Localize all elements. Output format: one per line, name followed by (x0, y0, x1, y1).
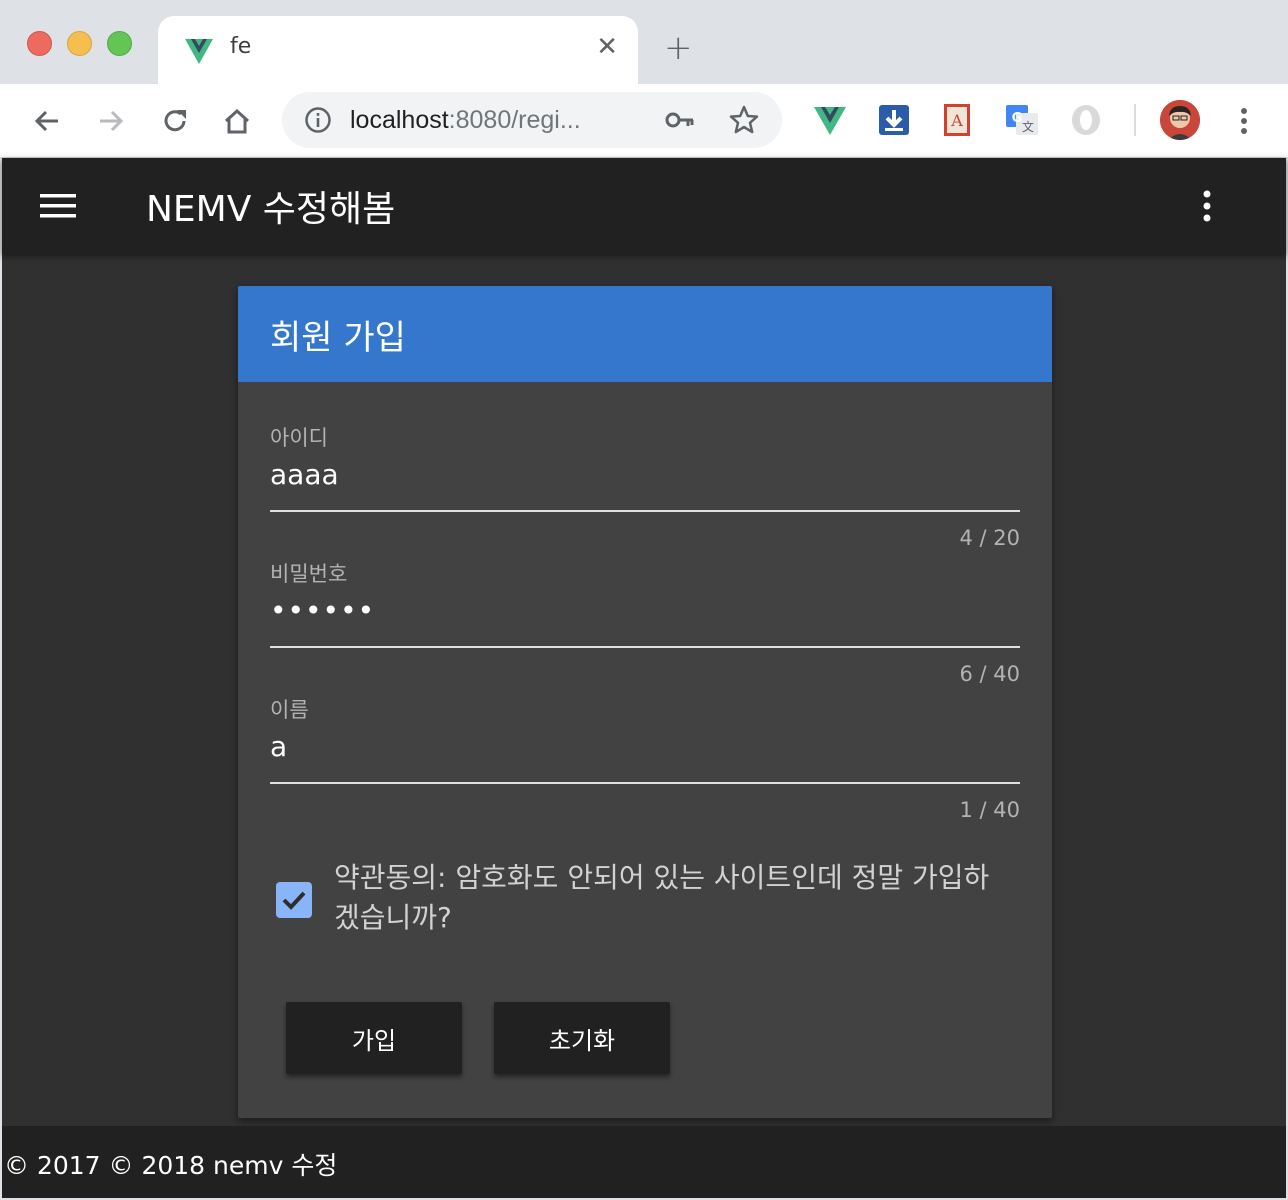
url-host: localhost (350, 106, 449, 134)
kebab-menu-icon[interactable] (1228, 104, 1260, 138)
reset-button[interactable]: 초기화 (494, 1002, 670, 1074)
download-icon[interactable] (876, 102, 912, 138)
svg-text:A: A (950, 111, 963, 130)
id-counter: 4 / 20 (959, 526, 1020, 550)
close-window-button[interactable] (27, 31, 52, 56)
browser-toolbar: localhost:8080/regi... A G 文 (0, 84, 1288, 158)
id-field[interactable]: 아이디 4 / 20 (270, 422, 1020, 558)
id-underline (270, 510, 1020, 512)
card-title: 회원 가입 (270, 318, 406, 358)
password-input[interactable]: •••••• (270, 594, 1020, 627)
footer-text: © 2017 © 2018 nemv 수정 (4, 1151, 338, 1180)
arrow-left-icon (34, 110, 58, 132)
new-tab-button[interactable]: + (664, 30, 693, 66)
svg-text:G: G (1012, 111, 1023, 126)
toolbar-separator (1134, 104, 1136, 136)
id-label: 아이디 (270, 426, 328, 450)
vue-devtools-icon[interactable] (812, 102, 848, 138)
hamburger-menu-icon[interactable] (38, 192, 78, 220)
agree-label[interactable]: 약관동의: 암호화도 안되어 있는 사이트인데 정말 가입하겠습니까? (334, 858, 1014, 938)
url-text: localhost:8080/regi... (350, 106, 581, 135)
reload-button[interactable] (158, 104, 192, 138)
user-photo-icon (1160, 100, 1200, 140)
more-vert-icon[interactable] (1192, 186, 1222, 226)
profile-avatar[interactable] (1160, 100, 1200, 140)
star-icon[interactable] (728, 104, 760, 136)
agree-checkbox[interactable] (276, 882, 312, 918)
browser-tabstrip: fe ✕ + (0, 0, 1288, 84)
back-button[interactable] (30, 104, 64, 138)
arrow-right-icon (100, 110, 124, 132)
maximize-window-button[interactable] (107, 31, 132, 56)
password-label: 비밀번호 (270, 562, 348, 586)
checkmark-icon (282, 891, 306, 910)
info-icon[interactable] (304, 106, 332, 134)
translate-icon[interactable]: G 文 (1004, 102, 1040, 138)
name-input[interactable] (270, 730, 1020, 763)
name-counter: 1 / 40 (959, 798, 1020, 822)
page-content: NEMV 수정해봄 회원 가입 아이디 4 / 20 비밀번호 •••••• 6… (2, 158, 1286, 1198)
svg-text:文: 文 (1022, 119, 1034, 134)
vue-logo-icon (185, 39, 213, 64)
password-counter: 6 / 40 (959, 662, 1020, 686)
home-button[interactable] (220, 104, 254, 138)
app-title: NEMV 수정해봄 (146, 189, 396, 230)
url-path: :8080/regi... (448, 106, 581, 134)
name-label: 이름 (270, 698, 309, 722)
name-field[interactable]: 이름 1 / 40 (270, 694, 1020, 830)
register-card: 회원 가입 아이디 4 / 20 비밀번호 •••••• 6 / 40 이름 1… (238, 286, 1052, 1118)
address-bar[interactable]: localhost:8080/regi... (282, 92, 782, 148)
forward-button[interactable] (94, 104, 128, 138)
tab-close-button[interactable]: ✕ (596, 32, 618, 62)
password-field[interactable]: 비밀번호 •••••• 6 / 40 (270, 558, 1020, 694)
opera-icon[interactable] (1068, 102, 1104, 138)
home-icon (224, 108, 250, 134)
name-underline (270, 782, 1020, 784)
key-icon[interactable] (664, 106, 696, 134)
password-underline (270, 646, 1020, 648)
reload-icon (164, 110, 186, 132)
pdf-icon[interactable]: A (940, 102, 976, 138)
card-header: 회원 가입 (238, 286, 1052, 382)
minimize-window-button[interactable] (67, 31, 92, 56)
id-input[interactable] (270, 458, 1020, 491)
app-bar: NEMV 수정해봄 (2, 158, 1286, 254)
agree-row: 약관동의: 암호화도 안되어 있는 사이트인데 정말 가입하겠습니까? (274, 858, 1014, 938)
submit-button[interactable]: 가입 (286, 1002, 462, 1074)
browser-tab[interactable]: fe ✕ (158, 16, 638, 84)
footer: © 2017 © 2018 nemv 수정 (2, 1126, 1286, 1198)
tab-title: fe (230, 34, 252, 59)
